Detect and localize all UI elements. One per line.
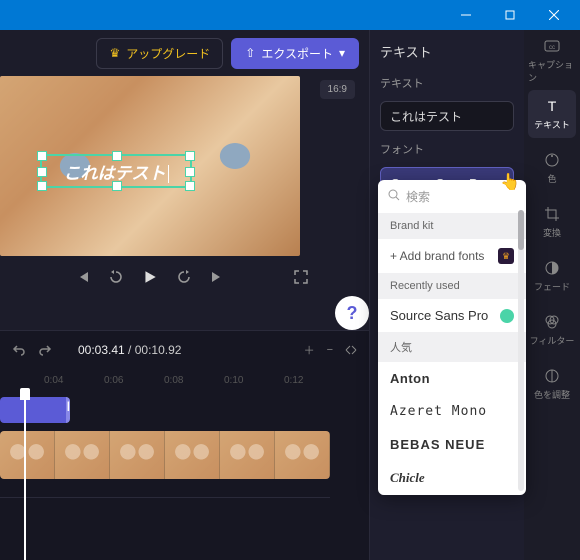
zoom-out-icon[interactable]: − [327,344,333,356]
rail-adjust[interactable]: 色を調整 [528,360,576,408]
close-button[interactable] [532,0,576,30]
preview-area: 16:9 これはテスト ? [0,76,369,330]
upgrade-label: アップグレード [126,45,210,62]
audio-track-line [0,497,330,498]
crown-icon: ♛ [498,248,514,264]
window-titlebar [0,0,580,30]
clip-thumbnail [110,431,165,479]
timeline-tracks[interactable] [0,391,369,560]
crop-icon [543,205,561,223]
brand-kit-header: Brand kit [378,213,526,239]
upgrade-button[interactable]: ♛ アップグレード [96,38,223,69]
video-clip[interactable] [0,431,330,479]
main-area: ♛ アップグレード ⇧ エクスポート ▾ 16:9 これはテスト [0,30,369,560]
font-option-azeret[interactable]: Azeret Mono [378,395,526,428]
recently-used-header: Recently used [378,273,526,299]
text-field-label: テキスト [380,75,514,91]
text-clip[interactable] [0,397,70,423]
topbar: ♛ アップグレード ⇧ エクスポート ▾ [0,30,369,76]
svg-text:cc: cc [549,45,555,51]
adjust-icon [543,367,561,385]
add-brand-fonts-item[interactable]: + Add brand fonts ♛ [378,239,526,273]
rail-text[interactable]: T テキスト [528,90,576,138]
search-icon [388,189,400,204]
timeline-ruler[interactable]: 0:04 0:06 0:08 0:10 0:12 [0,369,369,391]
font-option-source-sans[interactable]: Source Sans Pro [378,299,526,332]
font-search-row[interactable]: 検索 [378,180,526,213]
dropdown-scrollbar[interactable] [518,210,524,491]
text-content-input[interactable] [380,101,514,131]
clip-thumbnail [55,431,110,479]
total-time: 00:10.92 [135,343,182,357]
clip-thumbnail [275,431,330,479]
current-time: 00:03.41 [78,343,125,357]
fullscreen-icon[interactable] [294,270,308,284]
upload-icon: ⇧ [245,46,255,60]
search-placeholder: 検索 [406,188,430,205]
skip-forward-icon[interactable] [210,270,224,284]
play-icon[interactable] [142,269,158,285]
playback-controls [0,256,300,298]
zoom-in-icon[interactable]: ＋ [304,342,315,358]
text-overlay-box[interactable]: これはテスト [40,154,192,188]
rail-caption[interactable]: cc キャプション [528,36,576,84]
font-option-bebas[interactable]: BEBAS NEUE [378,428,526,461]
aspect-ratio-badge[interactable]: 16:9 [320,80,355,99]
rail-filter[interactable]: フィルター [528,306,576,354]
zoom-fit-icon[interactable] [345,344,357,356]
palette-icon [543,151,561,169]
properties-panel: テキスト テキスト フォント Source Sans Pro ˄ 👆 検索 Br… [369,30,524,560]
filter-icon [543,313,561,331]
timecode: 00:03.41 / 00:10.92 [78,343,181,357]
export-label: エクスポート [261,45,333,62]
caption-icon: cc [543,37,561,55]
forward-icon[interactable] [176,269,192,285]
rail-fade[interactable]: フェード [528,252,576,300]
app-body: ♛ アップグレード ⇧ エクスポート ▾ 16:9 これはテスト [0,30,580,560]
timeline-toolbar: 00:03.41 / 00:10.92 ＋ − [0,331,369,369]
panel-title: テキスト [380,42,514,61]
right-rail: cc キャプション T テキスト 色 変換 フェード フィルター [524,30,580,560]
help-button[interactable]: ? [335,296,369,330]
rail-color[interactable]: 色 [528,144,576,192]
app-window: ♛ アップグレード ⇧ エクスポート ▾ 16:9 これはテスト [0,0,580,560]
check-icon [500,309,514,323]
timeline: 00:03.41 / 00:10.92 ＋ − 0:04 0:06 0:08 0… [0,330,369,560]
font-field-label: フォント [380,141,514,157]
font-dropdown: 検索 Brand kit + Add brand fonts ♛ Recentl… [378,180,526,495]
playhead[interactable] [24,391,26,560]
clip-thumbnail [0,431,55,479]
skip-back-icon[interactable] [76,270,90,284]
video-preview[interactable]: これはテスト [0,76,300,256]
chevron-down-icon: ▾ [339,46,345,60]
export-button[interactable]: ⇧ エクスポート ▾ [231,38,359,69]
clip-thumbnail [220,431,275,479]
clip-thumbnail [165,431,220,479]
minimize-button[interactable] [444,0,488,30]
rewind-icon[interactable] [108,269,124,285]
crown-icon: ♛ [109,46,120,60]
font-option-anton[interactable]: Anton [378,362,526,395]
fade-icon [543,259,561,277]
maximize-button[interactable] [488,0,532,30]
undo-icon[interactable] [12,343,26,357]
redo-icon[interactable] [38,343,52,357]
popular-header: 人気 [378,332,526,362]
text-icon: T [543,97,561,115]
rail-transform[interactable]: 変換 [528,198,576,246]
svg-text:T: T [548,98,557,114]
font-option-chicle[interactable]: Chicle [378,461,526,495]
